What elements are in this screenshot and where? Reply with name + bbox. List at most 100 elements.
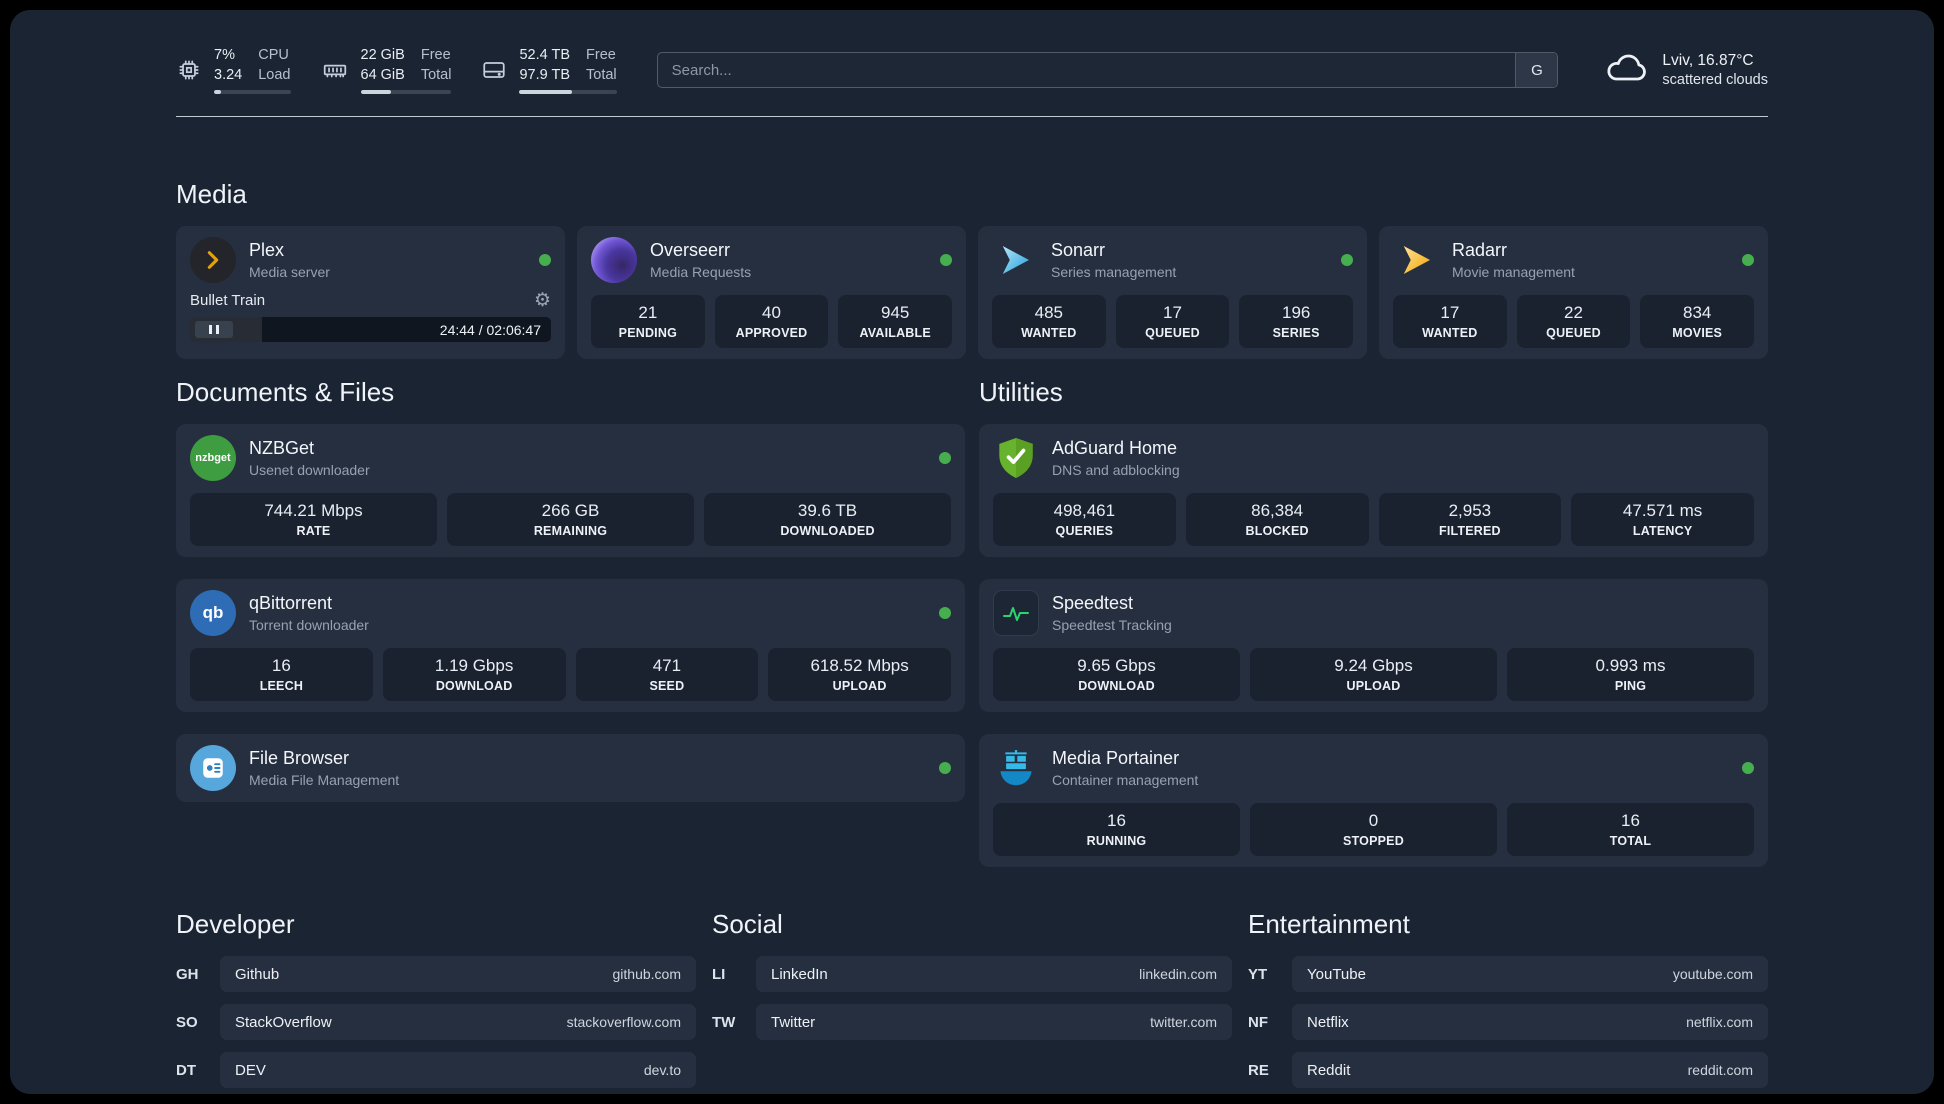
ram-total-value: 64 GiB (360, 66, 405, 83)
app-name: Overseerr (650, 240, 731, 261)
nzbget-icon-text: nzbget (195, 452, 231, 465)
section-title-media: Media (176, 179, 247, 210)
player-progress-bar[interactable]: 24:44 / 02:06:47 (190, 317, 551, 343)
bookmark-abbr: NF (1248, 1013, 1268, 1031)
app-card-portainer[interactable]: Media Portainer Container management 16 … (979, 734, 1768, 868)
bookmark-abbr: LI (712, 965, 726, 983)
disk-label-top: Free (586, 47, 616, 63)
disk-progress-bar (519, 90, 617, 95)
stat-tile-movies: 834 MOVIES (1640, 295, 1755, 349)
topbar: 7% 3.24 CPU Load 22 GiB 64 GiB Free Tota… (176, 46, 1768, 95)
status-dot (1341, 254, 1353, 267)
bookmark-abbr: SO (176, 1013, 198, 1031)
qbittorrent-icon-text: qb (202, 603, 224, 623)
app-card-filebrowser[interactable]: File Browser Media File Management (176, 734, 965, 803)
app-subtitle: Usenet downloader (249, 462, 370, 479)
app-card-overseerr[interactable]: Overseerr Media Requests 21 PENDING 40 A… (577, 226, 966, 360)
section-title-entertainment: Entertainment (1248, 909, 1410, 940)
stat-tile-total: 16 TOTAL (1507, 803, 1754, 857)
status-dot (939, 607, 951, 620)
app-card-plex[interactable]: Plex Media server Bullet Train ⚙ 24:44 /… (176, 226, 565, 360)
app-card-sonarr[interactable]: Sonarr Series management 485 WANTED 17 Q… (978, 226, 1367, 360)
stat-tile-pending: 21 PENDING (591, 295, 705, 349)
stat-tile-download: 1.19 Gbps DOWNLOAD (382, 648, 566, 702)
stat-tile-latency: 47.571 ms LATENCY (1571, 493, 1754, 547)
stat-tile-available: 945 AVAILABLE (838, 295, 953, 349)
stat-tile-rate: 744.21 Mbps RATE (190, 493, 437, 547)
bookmark-reddit: RE Reddit reddit.com (1248, 1052, 1768, 1089)
app-card-speedtest[interactable]: Speedtest Speedtest Tracking 9.65 Gbps D… (979, 579, 1768, 713)
app-card-nzbget[interactable]: nzbget NZBGet Usenet downloader 744.21 M… (176, 424, 965, 558)
plex-icon (190, 237, 236, 284)
bookmark-abbr: YT (1248, 965, 1268, 983)
disk-free-value: 52.4 TB (519, 47, 571, 63)
topbar-divider (176, 116, 1768, 118)
disk-label-bottom: Total (586, 66, 617, 83)
status-dot (939, 762, 951, 775)
stat-tile-remaining: 266 GB REMAINING (447, 493, 694, 547)
weather-condition: scattered clouds (1662, 72, 1768, 89)
adguard-icon (993, 435, 1039, 481)
media-player-widget: Bullet Train ⚙ 24:44 / 02:06:47 (190, 291, 551, 343)
stat-tile-running: 16 RUNNING (993, 803, 1240, 857)
bookmark-link-youtube[interactable]: YouTube youtube.com (1292, 956, 1768, 993)
status-dot (1742, 762, 1754, 775)
bookmark-link-dev[interactable]: DEV dev.to (220, 1052, 696, 1089)
bookmark-link-linkedin[interactable]: LinkedIn linkedin.com (756, 956, 1232, 993)
section-developer: Developer GH Github github.com SO StackO… (176, 909, 696, 1094)
search-engine-button[interactable]: G (1515, 53, 1558, 88)
disk-progress-fill (519, 90, 572, 95)
cpu-load-value: 3.24 (214, 66, 243, 83)
app-name: Plex (249, 240, 285, 261)
search-input[interactable] (656, 52, 1559, 89)
bookmark-link-stackoverflow[interactable]: StackOverflow stackoverflow.com (220, 1004, 696, 1041)
bookmark-link-netflix[interactable]: Netflix netflix.com (1292, 1004, 1768, 1041)
bookmark-link-github[interactable]: Github github.com (220, 956, 696, 993)
weather-location: Lviv, 16.87°C (1662, 52, 1754, 70)
bookmark-dev: DT DEV dev.to (176, 1052, 696, 1089)
ram-progress-bar (360, 90, 452, 95)
gear-icon[interactable]: ⚙ (534, 291, 551, 310)
status-dot (939, 452, 951, 465)
bookmark-abbr: RE (1248, 1061, 1269, 1079)
bookmark-link-reddit[interactable]: Reddit reddit.com (1292, 1052, 1768, 1089)
cpu-progress-fill (214, 90, 221, 95)
bookmark-abbr: TW (712, 1013, 736, 1031)
stat-tile-download: 9.65 Gbps DOWNLOAD (993, 648, 1240, 702)
ram-free-value: 22 GiB (360, 47, 405, 63)
section-title-documents: Documents & Files (176, 377, 395, 408)
cpu-widget: 7% 3.24 CPU Load (176, 46, 291, 95)
bookmark-twitter: TW Twitter twitter.com (712, 1004, 1232, 1041)
app-name: File Browser (249, 748, 350, 769)
app-card-radarr[interactable]: Radarr Movie management 17 WANTED 22 QUE… (1379, 226, 1768, 360)
app-card-adguard[interactable]: AdGuard Home DNS and adblocking 498,461 … (979, 424, 1768, 558)
stat-tile-approved: 40 APPROVED (714, 295, 829, 349)
pause-button[interactable] (195, 321, 233, 339)
system-stats: 7% 3.24 CPU Load 22 GiB 64 GiB Free Tota… (176, 46, 617, 95)
disk-widget: 52.4 TB 97.9 TB Free Total (481, 46, 617, 95)
app-name: AdGuard Home (1052, 438, 1178, 459)
bookmark-link-twitter[interactable]: Twitter twitter.com (756, 1004, 1232, 1041)
app-name: Radarr (1452, 240, 1508, 261)
app-subtitle: Media File Management (249, 772, 400, 789)
radarr-icon (1393, 237, 1439, 283)
stat-tile-blocked: 86,384 BLOCKED (1185, 493, 1369, 547)
bookmark-stackoverflow: SO StackOverflow stackoverflow.com (176, 1004, 696, 1041)
section-utilities: Utilities AdGuard Home DNS and adblockin… (979, 377, 1768, 868)
cpu-label-top: CPU (258, 47, 289, 63)
cloud-icon (1604, 52, 1648, 89)
app-name: qBittorrent (249, 593, 333, 614)
app-name: Media Portainer (1052, 748, 1180, 769)
cpu-usage-value: 7% (214, 47, 235, 63)
app-card-qbittorrent[interactable]: qb qBittorrent Torrent downloader 16 LEE… (176, 579, 965, 713)
nzbget-icon: nzbget (190, 435, 236, 482)
stat-tile-series: 196 SERIES (1239, 295, 1354, 349)
ram-widget: 22 GiB 64 GiB Free Total (321, 46, 452, 95)
stat-tile-wanted: 17 WANTED (1393, 295, 1507, 349)
section-entertainment: Entertainment YT YouTube youtube.com NF … (1248, 909, 1768, 1094)
app-subtitle: Torrent downloader (249, 617, 369, 634)
sonarr-icon (992, 237, 1038, 283)
app-subtitle: Movie management (1452, 264, 1575, 281)
search-bar: G (656, 52, 1559, 89)
portainer-icon (993, 745, 1039, 791)
